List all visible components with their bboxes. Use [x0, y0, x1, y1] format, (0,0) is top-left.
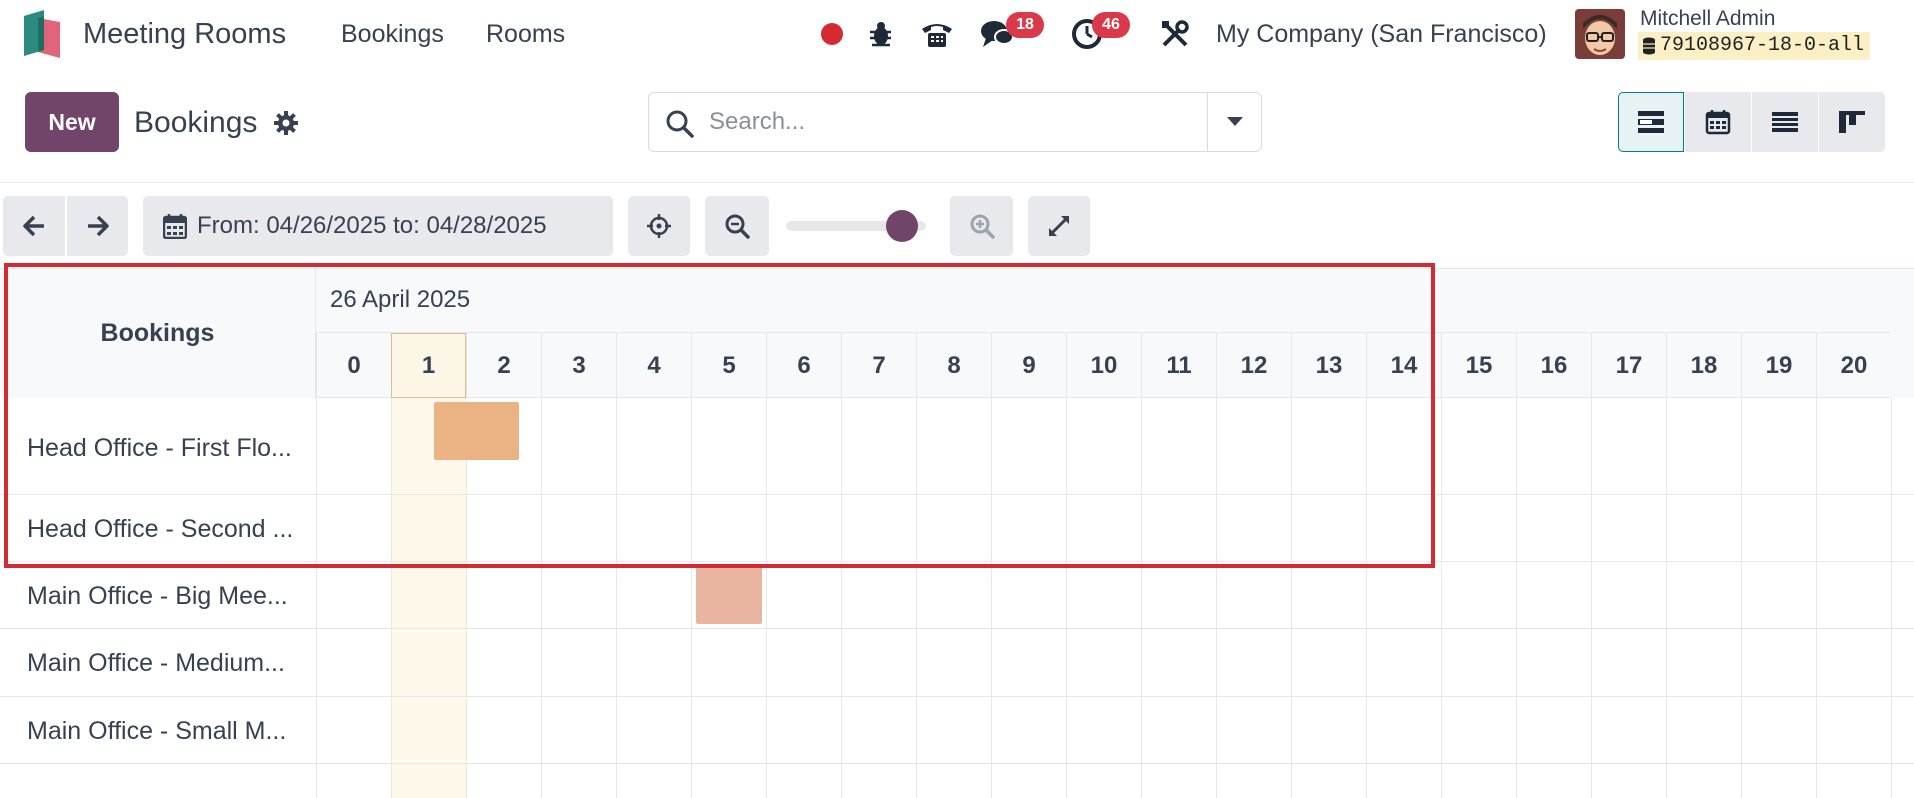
gantt-row[interactable]: Head Office - First Flo... — [0, 398, 1914, 495]
tools-icon[interactable] — [1158, 17, 1192, 51]
hour-header-cell: 8 — [916, 333, 991, 398]
app-name[interactable]: Meeting Rooms — [83, 18, 286, 51]
hour-header-cell: 2 — [466, 333, 541, 398]
menu-rooms[interactable]: Rooms — [486, 20, 565, 49]
gantt-hour-row: 0 1 2 3 4 5 6 7 8 9 10 11 12 13 14 15 16 17 18 19 20 — [316, 332, 1891, 398]
control-panel-divider — [0, 182, 1914, 183]
booking-pill[interactable] — [433, 402, 519, 460]
database-icon — [1643, 37, 1655, 55]
database-name: 79108967-18-0-all — [1660, 34, 1865, 57]
hour-header-cell: 20 — [1816, 333, 1891, 398]
list-view-icon — [1772, 112, 1798, 132]
hour-header-cell: 0 — [316, 333, 391, 398]
hour-header-cell: 4 — [616, 333, 691, 398]
hour-header-cell: 10 — [1066, 333, 1141, 398]
gantt-view: Bookings 26 April 2025 0 1 2 3 4 5 6 7 8 9 10 11 12 1… — [0, 268, 1914, 798]
gear-icon[interactable] — [274, 111, 298, 135]
view-list-button[interactable] — [1752, 92, 1818, 152]
date-range-label: From: 04/26/2025 to: 04/28/2025 — [197, 212, 547, 239]
user-name[interactable]: Mitchell Admin — [1640, 7, 1775, 31]
previous-period-button[interactable] — [3, 196, 65, 256]
gantt-row[interactable]: Main Office - Medium... — [0, 629, 1914, 697]
arrow-left-icon — [23, 215, 44, 237]
gantt-row[interactable]: Main Office - Big Mee... — [0, 562, 1914, 629]
gantt-date-label: 26 April 2025 — [330, 286, 471, 313]
gantt-row-label: Main Office - Big Mee... — [27, 582, 288, 610]
gantt-row-label: Main Office - Medium... — [27, 649, 285, 677]
search-icon — [666, 110, 694, 138]
database-tag: 79108967-18-0-all — [1638, 32, 1871, 60]
company-switcher[interactable]: My Company (San Francisco) — [1216, 20, 1547, 49]
expand-icon — [1049, 216, 1069, 236]
hour-header-cell: 5 — [691, 333, 766, 398]
hour-header-cell: 11 — [1141, 333, 1216, 398]
hour-header-cell: 17 — [1591, 333, 1666, 398]
view-gantt-button[interactable] — [1618, 92, 1684, 152]
zoom-in-icon — [970, 214, 995, 239]
search-options-toggle[interactable] — [1207, 93, 1261, 151]
hour-header-cell: 18 — [1666, 333, 1741, 398]
zoom-slider-handle[interactable] — [886, 210, 919, 242]
arrow-right-icon — [87, 215, 109, 237]
expand-button[interactable] — [1028, 196, 1090, 256]
hour-header-cell: 7 — [841, 333, 916, 398]
hour-header-cell: 9 — [991, 333, 1066, 398]
new-button[interactable]: New — [25, 92, 119, 152]
page-title: Bookings — [134, 106, 258, 139]
kanban-view-icon — [1839, 111, 1865, 133]
calendar-icon — [163, 214, 187, 239]
debug-bug-icon[interactable] — [864, 17, 898, 51]
phone-icon[interactable] — [920, 17, 954, 51]
activities-count-badge: 46 — [1092, 12, 1130, 38]
user-avatar[interactable] — [1575, 9, 1625, 59]
crosshairs-icon — [647, 214, 671, 238]
hour-header-cell: 14 — [1366, 333, 1441, 398]
gantt-row[interactable]: Head Office - Second ... — [0, 495, 1914, 562]
gantt-title: Bookings — [0, 268, 316, 398]
hour-header-cell: 6 — [766, 333, 841, 398]
app-logo-icon[interactable] — [24, 10, 60, 58]
hour-header-cell: 19 — [1741, 333, 1816, 398]
search-input[interactable] — [709, 101, 1199, 143]
hour-header-cell: 12 — [1216, 333, 1291, 398]
hour-header-cell: 13 — [1291, 333, 1366, 398]
search-bar — [648, 92, 1262, 152]
caret-down-icon — [1226, 117, 1243, 126]
hour-header-cell: 15 — [1441, 333, 1516, 398]
calendar-view-icon — [1705, 110, 1731, 135]
gantt-row-label: Head Office - First Flo... — [27, 434, 292, 462]
focus-today-button[interactable] — [628, 196, 690, 256]
booking-pill[interactable] — [696, 566, 763, 624]
hour-header-cell: 3 — [541, 333, 616, 398]
menu-bookings[interactable]: Bookings — [341, 20, 444, 49]
view-kanban-button[interactable] — [1819, 92, 1885, 152]
messages-count-badge: 18 — [1006, 12, 1044, 38]
gantt-view-icon — [1638, 111, 1664, 133]
view-calendar-button[interactable] — [1685, 92, 1751, 152]
zoom-out-button[interactable] — [705, 196, 769, 256]
recording-icon[interactable] — [815, 17, 849, 51]
gantt-row[interactable]: Main Office - Small M... — [0, 697, 1914, 764]
gantt-row-label: Head Office - Second ... — [27, 515, 294, 543]
gantt-row-label: Main Office - Small M... — [27, 717, 287, 745]
hour-header-cell: 16 — [1516, 333, 1591, 398]
next-period-button[interactable] — [67, 196, 128, 256]
hour-header-cell: 1 — [391, 333, 466, 398]
date-range-button[interactable]: From: 04/26/2025 to: 04/28/2025 — [143, 196, 613, 256]
zoom-in-button[interactable] — [950, 196, 1013, 256]
zoom-out-icon — [725, 214, 750, 239]
top-navbar: Meeting Rooms Bookings Rooms 18 46 My Co… — [0, 0, 1914, 70]
